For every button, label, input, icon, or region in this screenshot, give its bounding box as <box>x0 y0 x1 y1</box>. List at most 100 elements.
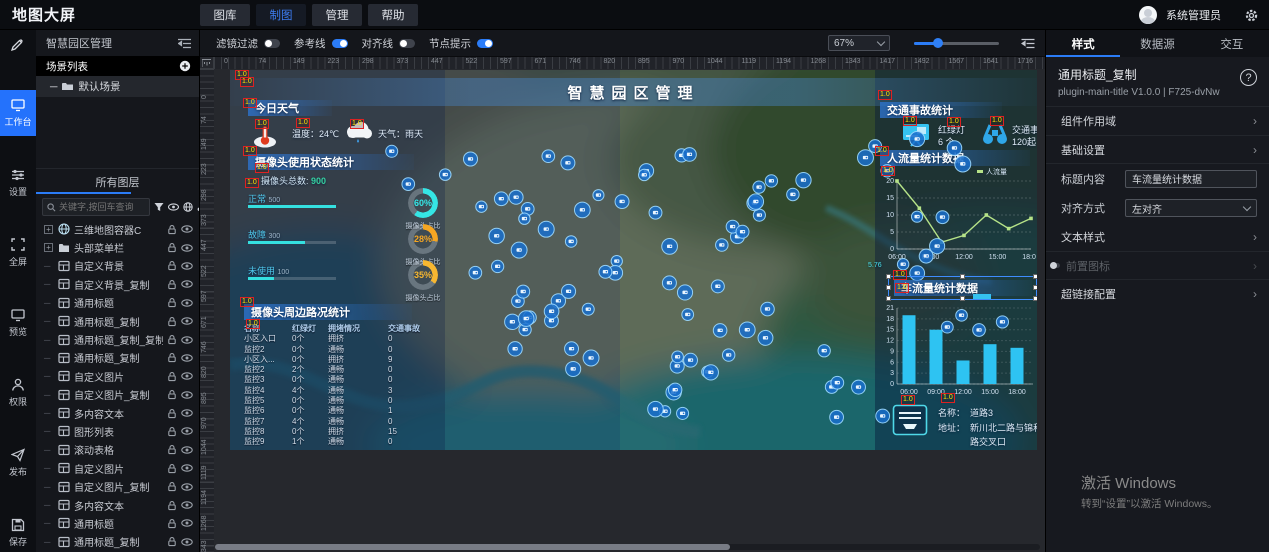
selection-handle[interactable] <box>1033 296 1037 301</box>
layer-row-16[interactable]: ─通用标题 <box>36 514 199 532</box>
eye-icon[interactable] <box>181 482 193 492</box>
zoom-slider-knob[interactable] <box>933 38 943 48</box>
sidebar-item-4[interactable]: 权限 <box>0 370 36 416</box>
nav-tab-help[interactable]: 帮助 <box>368 4 418 26</box>
eye-icon[interactable] <box>181 298 193 308</box>
layer-row-17[interactable]: ─通用标题_复制 <box>36 533 199 551</box>
sidebar-item-5[interactable]: 发布 <box>0 440 36 486</box>
layer-row-12[interactable]: ─滚动表格 <box>36 441 199 459</box>
lock-icon[interactable] <box>167 444 177 455</box>
user-avatar[interactable] <box>1139 6 1157 24</box>
lock-icon[interactable] <box>167 297 177 308</box>
section-hyperlink[interactable]: 超链接配置› <box>1046 279 1269 307</box>
layer-row-1[interactable]: +头部菜单栏 <box>36 238 199 256</box>
tab-style[interactable]: 样式 <box>1046 30 1120 57</box>
collapse-panel-icon[interactable] <box>178 38 191 49</box>
layer-row-3[interactable]: ─自定义背景_复制 <box>36 275 199 293</box>
eye-icon[interactable] <box>181 371 193 381</box>
expand-icon[interactable]: + <box>44 243 53 252</box>
eye-icon[interactable] <box>181 408 193 418</box>
lock-icon[interactable] <box>167 279 177 290</box>
title-content-input[interactable]: 车流量统计数据 <box>1125 170 1257 188</box>
eye-icon[interactable] <box>181 224 193 234</box>
layer-row-4[interactable]: ─通用标题 <box>36 294 199 312</box>
lock-icon[interactable] <box>167 224 177 235</box>
sidebar-item-6[interactable]: 保存 <box>0 510 36 552</box>
selection-handle[interactable] <box>960 296 965 301</box>
sidebar-item-1[interactable]: 设置 <box>0 160 36 206</box>
sidebar-item-3[interactable]: 预览 <box>0 300 36 346</box>
eye-icon[interactable] <box>181 243 193 253</box>
eye-icon[interactable] <box>181 518 193 528</box>
sidebar-item-2[interactable]: 全屏 <box>0 230 36 276</box>
lock-icon[interactable] <box>167 334 177 345</box>
lock-icon[interactable] <box>167 518 177 529</box>
horizontal-scrollbar[interactable] <box>215 544 1040 550</box>
zoom-slider[interactable] <box>914 35 999 51</box>
visibility-icon[interactable] <box>168 202 179 212</box>
layer-row-8[interactable]: ─自定义图片 <box>36 367 199 385</box>
globe-icon[interactable] <box>183 202 193 212</box>
eye-icon[interactable] <box>181 390 193 400</box>
lock-icon[interactable] <box>167 260 177 271</box>
section-text-style[interactable]: 文本样式› <box>1046 223 1269 251</box>
toggle-switch-0[interactable] <box>264 39 280 48</box>
add-scene-icon[interactable] <box>179 60 191 72</box>
layer-row-13[interactable]: ─自定义图片 <box>36 459 199 477</box>
selection-handle[interactable] <box>886 274 891 279</box>
toggle-switch-3[interactable] <box>477 39 493 48</box>
design-canvas[interactable]: 智慧园区管理 今日天气 温度：24℃ 天气：雨天 摄像头使用状态统计 摄像头总数… <box>230 70 1037 450</box>
eye-icon[interactable] <box>181 335 193 345</box>
lock-icon[interactable] <box>167 316 177 327</box>
tab-interaction[interactable]: 交互 <box>1195 30 1269 57</box>
eye-icon[interactable] <box>181 500 193 510</box>
search-input[interactable] <box>59 202 145 212</box>
lock-icon[interactable] <box>167 352 177 363</box>
lock-icon[interactable] <box>167 426 177 437</box>
selection-handle[interactable] <box>960 274 965 279</box>
layer-row-15[interactable]: ─多内容文本 <box>36 496 199 514</box>
layer-row-9[interactable]: ─自定义图片_复制 <box>36 386 199 404</box>
section-basic-settings[interactable]: 基础设置› <box>1046 135 1269 163</box>
nav-tab-gallery[interactable]: 图库 <box>200 4 250 26</box>
lock-icon[interactable] <box>167 408 177 419</box>
nav-tab-manage[interactable]: 管理 <box>312 4 362 26</box>
lock-icon[interactable] <box>167 500 177 511</box>
lock-icon[interactable] <box>167 389 177 400</box>
section-component-scope[interactable]: 组件作用域› <box>1046 107 1269 135</box>
eye-icon[interactable] <box>181 537 193 547</box>
align-select[interactable]: 左对齐 <box>1125 199 1257 217</box>
selection-handle[interactable] <box>886 285 891 290</box>
nav-tab-compose[interactable]: 制图 <box>256 4 306 26</box>
selection-handle[interactable] <box>1033 274 1037 279</box>
toggle-switch-2[interactable] <box>399 39 415 48</box>
eye-icon[interactable] <box>181 463 193 473</box>
ruler-corner[interactable] <box>200 57 214 69</box>
lock-icon[interactable] <box>167 242 177 253</box>
lock-icon[interactable] <box>167 536 177 547</box>
section-front-icon[interactable]: 前置图标› <box>1046 251 1269 279</box>
layer-row-2[interactable]: ─自定义背景 <box>36 257 199 275</box>
collapse-right-panel-icon[interactable] <box>1021 38 1035 49</box>
layer-row-7[interactable]: ─通用标题_复制 <box>36 349 199 367</box>
eye-icon[interactable] <box>181 279 193 289</box>
toggle-switch-1[interactable] <box>332 39 348 48</box>
layer-row-14[interactable]: ─自定义图片_复制 <box>36 477 199 495</box>
lock-icon[interactable] <box>167 463 177 474</box>
selected-component-box[interactable]: 车流量统计数据 <box>888 276 1037 300</box>
eye-icon[interactable] <box>181 445 193 455</box>
eye-icon[interactable] <box>181 426 193 436</box>
eye-icon[interactable] <box>181 261 193 271</box>
scene-item-default[interactable]: ─ 默认场景 <box>36 76 199 97</box>
help-icon[interactable]: ? <box>1240 69 1257 86</box>
lock-icon[interactable] <box>167 371 177 382</box>
layer-row-6[interactable]: ─通用标题_复制_复制 <box>36 330 199 348</box>
expand-icon[interactable]: + <box>44 225 53 234</box>
filter-icon[interactable] <box>154 202 164 212</box>
scrollbar-thumb[interactable] <box>215 544 730 550</box>
edit-pencil-icon[interactable] <box>10 38 24 52</box>
eye-icon[interactable] <box>181 353 193 363</box>
front-icon-toggle[interactable] <box>1050 263 1060 268</box>
layer-row-0[interactable]: +三维地图容器C <box>36 220 199 238</box>
sidebar-item-0[interactable]: 工作台 <box>0 90 36 136</box>
